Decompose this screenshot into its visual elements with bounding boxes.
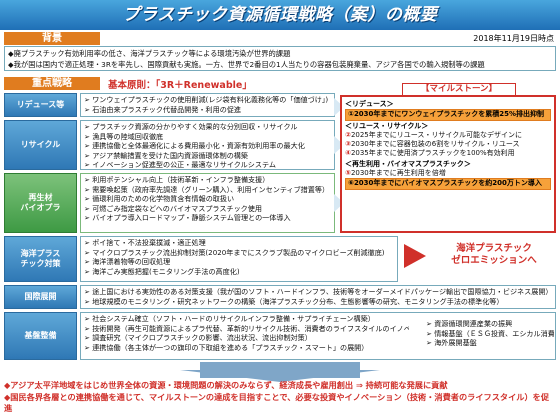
milestone-label: 【マイルストーン】 [402,83,516,96]
background-box: ◆廃プラスチック有効利用率の低さ、海洋プラスチック等による環境汚染が世界的課題 … [4,46,556,71]
row-item: ➢ プラスチック資源の分かりやすく効果的な分別回収・リサイクル [84,122,298,131]
milestone-item: ②2025年までにリユース・リサイクル可能なデザインに [345,130,523,139]
milestone-box: ＜リデュース＞ ①2030年までにワンウェイプラスチックを累積25%排出抑制 ＜… [340,95,556,233]
background-item: ◆我が国は国内で適正処理・3Rを率先し、国際貢献も実施。一方、世界で2番目の1人… [8,60,485,69]
row-box-reduce: ➢ ワンウェイプラスチックの使用削減(レジ袋有料化義務化等の「価値づけ」) ➢ … [80,93,335,117]
row-item: ➢ 漁具等の陸域回収徹底 [84,131,164,141]
row-item: ➢ バイオプラ導入ロードマップ・静脈システム管理との一体導入 [84,213,291,223]
row-item: ➢ 連携協働（各主体が一つの旗印の下取組を進める「プラスチック・スマート」の展開… [84,342,369,352]
principle-text: 基本原則：「3R＋Renewable」 [108,80,252,91]
row-box-bioplastic: ➢ 利用ポテンシャル向上（技術革新・インフラ整備支援） ➢ 需要喚起策（政府率先… [80,173,335,233]
title-band: プラスチック資源循環戦略（案）の概要 [0,0,560,30]
row-item: ➢ マイクロプラスチック流出抑制対策(2020年までにスクラブ製品のマイクロビー… [84,247,385,257]
row-box-international: ➢ 途上国における実効性のある対策支援（我が国のソフト・ハードインフラ、技術等を… [80,285,556,309]
milestone-item: ⑥2030年までにバイオマスプラスチックを約200万トン導入 [345,178,551,190]
date-label: 2018年11月19日時点 [473,34,554,43]
row-item: ➢ ワンウェイプラスチックの使用削減(レジ袋有料化義務化等の「価値づけ」) [84,95,329,104]
row-box-recycle: ➢ プラスチック資源の分かりやすく効果的な分別回収・リサイクル ➢ 漁具等の陸域… [80,120,335,170]
row-item: ➢ 海洋漂着物等の回収処理 [84,257,171,267]
row-label-bioplastic: 再生材 バイオプラ [4,173,77,233]
goal-section: ◆アジア太平洋地域をはじめ世界全体の資源・環境問題の解決のみならず、経済成長や雇… [4,380,556,418]
goal-item: ◆アジア太平洋地域をはじめ世界全体の資源・環境問題の解決のみならず、経済成長や雇… [4,380,448,390]
infra-side-list: ➢ 資源循環関連産業の振興 ➢ 情報基盤（ＥＳＧ投資、エシカル消費） ➢ 海外展… [426,319,554,348]
row-item: ➢ 社会システム確立（ソフト・ハードのリサイクルインフラ整備・サプライチェーン構… [84,314,375,323]
row-item: ➢ 海洋ごみ実態把握(モニタリング手法の高度化) [84,266,240,276]
row-item: ➢ 石油由来プラスチック代替品開発・利用の促進 [84,104,242,114]
infra-main-list: ➢ 社会システム確立（ソフト・ハードのリサイクルインフラ整備・サプライチェーン構… [84,314,409,352]
background-label: 背景 [4,32,100,45]
row-item: ➢ 循環利用のための化学物質含有情報の取扱い [84,194,235,204]
row-box-marine: ➢ ポイ捨て・不法投棄撲滅・適正処理 ➢ マイクロプラスチック流出抑制対策(20… [80,236,398,282]
marine-zero-emission: 海洋プラスチック ゼロエミッションへ [451,243,537,266]
row-label-infrastructure: 基盤整備 [4,312,77,360]
row-label-recycle: リサイクル [4,120,77,170]
row-item: ➢ 利用ポテンシャル向上（技術革新・インフラ整備支援） [84,175,270,184]
row-item: ➢ イノベーション促進型の公正・最適なリサイクルシステム [84,160,276,170]
milestone-item: ①2030年までにワンウェイプラスチックを累積25%排出抑制 [345,109,551,121]
background-item: ◆廃プラスチック有効利用率の低さ、海洋プラスチック等による環境汚染が世界的課題 [8,49,291,58]
row-item: ➢ 技術開発（再生可能資源によるプラ代替、革新的リサイクル技術、消費者のライフス… [84,323,409,333]
row-item: ➢ 途上国における実効性のある対策支援（我が国のソフト・ハードインフラ、技術等を… [84,287,552,296]
row-item: ➢ 地球規模のモニタリング・研究ネットワークの構築（海洋プラスチック分布、生態影… [84,296,504,306]
row-item: ➢ 海外展開基盤 [426,338,477,348]
row-item: ➢ 可燃ごみ指定袋などへのバイオマスプラスチック使用 [84,203,262,213]
row-item: ➢ 情報基盤（ＥＳＧ投資、エシカル消費） [426,328,554,338]
row-item: ➢ 連携協働と全体最適化による費用最小化・資源有効利用率の最大化 [84,141,305,151]
row-item: ➢ アジア禁輸措置を受けた国内資源循環体制の構築 [84,150,248,160]
row-label-reduce: リデュース等 [4,93,77,117]
row-label-marine: 海洋プラス チック対策 [4,236,77,282]
milestone-item: ⑤2030年までに再生利用を倍増 [345,169,446,178]
goal-item: ◆国民各界各層との連携協働を通じて、マイルストーンの達成を目指すことで、必要な投… [4,391,550,414]
milestone-item: ④2035年までに使用済プラスチックを100%有効利用 [345,149,515,158]
focus-label: 重点戦略 [4,77,100,90]
row-box-infrastructure: ➢ 社会システム確立（ソフト・ハードのリサイクルインフラ整備・サプライチェーン構… [80,312,556,360]
arrow-right-icon [404,244,426,268]
row-item: ➢ 調査研究（マイクロプラスチックの影響、流出状況、流出抑制対策） [84,333,312,343]
milestone-section-head: ＜リユース・リサイクル＞ [345,121,429,130]
milestone-section-head: ＜再生利用・バイオマスプラスチック＞ [345,159,471,168]
page-title: プラスチック資源循環戦略（案）の概要 [122,5,438,25]
row-item: ➢ 需要喚起策（政府率先調達（グリーン購入）、利用インセンティブ措置等） [84,184,330,194]
row-item: ➢ ポイ捨て・不法投棄撲滅・適正処理 [84,238,206,247]
row-label-international: 国際展開 [4,285,77,309]
row-item: ➢ 資源循環関連産業の振興 [426,319,513,328]
milestone-section-head: ＜リデュース＞ [345,100,394,108]
